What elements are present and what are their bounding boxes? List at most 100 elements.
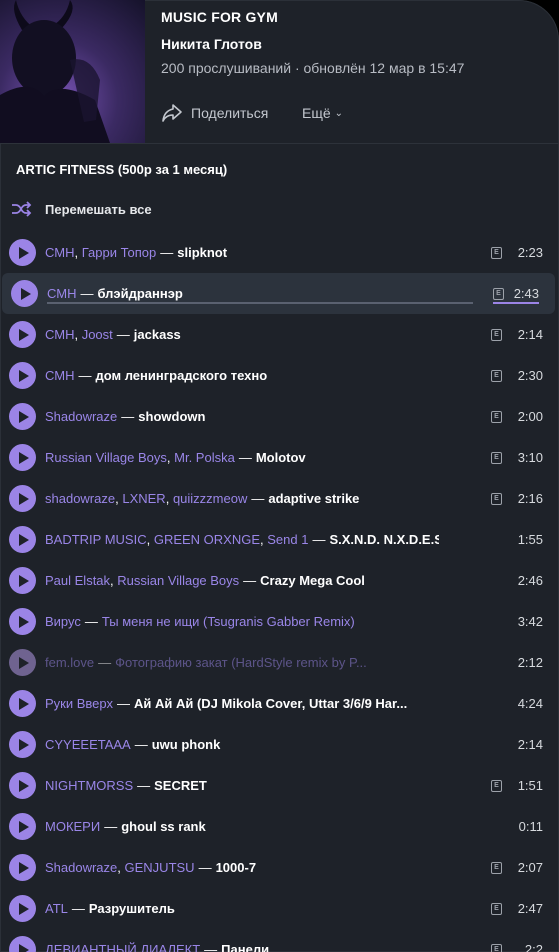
track-row[interactable]: fem.love — Фотографию закат (HardStyle rem… — [0, 642, 559, 683]
track-artist-link[interactable]: CYYEEETAAA — [45, 737, 131, 752]
playlist-author[interactable]: Никита Глотов — [161, 36, 262, 52]
play-icon[interactable] — [9, 608, 36, 635]
track-duration: 2:30 — [517, 368, 543, 383]
track-artist-link[interactable]: BADTRIP MUSIC — [45, 532, 147, 547]
play-icon[interactable] — [9, 403, 36, 430]
track-song-title: slipknot — [177, 245, 228, 260]
track-artist-link[interactable]: quiizzzmeow — [173, 491, 247, 506]
track-row[interactable]: CYYEEETAAA — uwu phonk 2:14 — [0, 724, 559, 765]
track-artist-link[interactable]: Mr. Polska — [174, 450, 235, 465]
track-artist-link[interactable]: Paul Elstak — [45, 573, 110, 588]
track-row[interactable]: ДЕВИАНТНЫЙ ДИАЛЕКТ — Панели E 2:2 — [0, 929, 559, 952]
track-title-line: СМН, Joost — jackass — [45, 327, 181, 342]
track-duration: 2:23 — [517, 245, 543, 260]
share-button[interactable]: Поделиться — [161, 101, 268, 125]
track-title-line: ДЕВИАНТНЫЙ ДИАЛЕКТ — Панели — [45, 942, 439, 952]
track-artist-link[interactable]: GREEN ORXNGE — [154, 532, 260, 547]
track-song-title: Панели — [221, 942, 270, 952]
playlist-meta: 200 прослушиваний · обновлён 12 мар в 15… — [161, 60, 465, 76]
play-icon[interactable] — [9, 321, 36, 348]
track-artist-link[interactable]: Вирус — [45, 614, 81, 629]
play-icon[interactable] — [9, 854, 36, 881]
track-title-line: ATL — Разрушитель — [45, 901, 175, 916]
playlist-cover-image[interactable] — [0, 0, 145, 143]
track-duration: 1:55 — [517, 532, 543, 547]
play-icon[interactable] — [9, 895, 36, 922]
play-icon[interactable] — [9, 813, 36, 840]
track-title-line: BADTRIP MUSIC, GREEN ORXNGE, Send 1— S.X.… — [45, 532, 439, 547]
track-song-title: Разрушитель — [88, 901, 175, 916]
track-row[interactable]: Вирус — Ты меня не ищи (Tsugranis Gabber R… — [0, 601, 559, 642]
playlist-subtitle: ARTIC FITNESS (500р за 1 месяц) — [16, 162, 228, 177]
playlist-title: MUSIC FOR GYM — [161, 9, 278, 25]
play-icon[interactable] — [9, 936, 36, 952]
track-artist-link[interactable]: Russian Village Boys — [45, 450, 167, 465]
track-artist-link[interactable]: ATL — [45, 901, 68, 916]
track-artist-link[interactable]: LXNER — [122, 491, 165, 506]
track-song-title: 1000-7 — [215, 860, 257, 875]
play-icon[interactable] — [9, 239, 36, 266]
track-title-line: Shadowraze, GENJUTSU —1000-7 — [45, 860, 257, 875]
track-title-line: СМН, Гарри Топор — slipknot — [45, 245, 228, 260]
more-button[interactable]: Ещё ⌄ — [302, 101, 343, 125]
explicit-badge: E — [491, 246, 502, 259]
track-artist-link[interactable]: СМН — [47, 286, 76, 301]
chevron-down-icon: ⌄ — [334, 107, 344, 119]
play-icon[interactable] — [9, 444, 36, 471]
track-row[interactable]: СМН, Гарри Топор — slipknot E 2:23 — [0, 232, 559, 273]
track-row[interactable]: NIGHTMORSS — SECRET E 1:51 — [0, 765, 559, 806]
track-artist-link[interactable]: Руки Вверх — [45, 696, 113, 711]
play-icon[interactable] — [9, 731, 36, 758]
shuffle-all-button[interactable]: Перемешать все — [10, 199, 152, 219]
track-artist-link[interactable]: shadowraze — [45, 491, 115, 506]
track-row[interactable]: ATL — Разрушитель E 2:47 — [0, 888, 559, 929]
track-artist-link[interactable]: NIGHTMORSS — [45, 778, 133, 793]
track-row[interactable]: shadowraze, LXNER, quiizzzmeow — adaptive … — [0, 478, 559, 519]
play-icon[interactable] — [9, 485, 36, 512]
track-song-title: Molotov — [255, 450, 306, 465]
track-row[interactable]: Paul Elstak, Russian Village Boys — Crazy … — [0, 560, 559, 601]
track-row[interactable]: Shadowraze — showdown E 2:00 — [0, 396, 559, 437]
track-artist-link[interactable]: Shadowraze — [45, 860, 117, 875]
play-icon[interactable] — [9, 526, 36, 553]
play-icon[interactable] — [9, 362, 36, 389]
play-icon[interactable] — [9, 567, 36, 594]
track-artist-link[interactable]: fem.love — [45, 655, 94, 670]
play-icon[interactable] — [11, 280, 38, 307]
track-progress-bar[interactable] — [47, 302, 473, 304]
track-artist-link[interactable]: МОКЕРИ — [45, 819, 100, 834]
track-duration: 2:07 — [517, 860, 543, 875]
track-artist-link[interactable]: СМН — [45, 368, 74, 383]
track-artist-link[interactable]: Russian Village Boys — [117, 573, 239, 588]
track-row[interactable]: СМН, Joost — jackass E 2:14 — [0, 314, 559, 355]
play-icon[interactable] — [9, 649, 36, 676]
track-artist-link[interactable]: СМН — [45, 327, 74, 342]
track-artist-link[interactable]: Send 1 — [267, 532, 308, 547]
track-row[interactable]: МОКЕРИ — ghoul ss rank 0:11 — [0, 806, 559, 847]
track-artist-link[interactable]: СМН — [45, 245, 74, 260]
play-icon[interactable] — [9, 690, 36, 717]
track-row[interactable]: BADTRIP MUSIC, GREEN ORXNGE, Send 1— S.X.… — [0, 519, 559, 560]
track-song-title: ghoul ss rank — [121, 819, 206, 834]
track-row[interactable]: Russian Village Boys, Mr. Polska — Molotov… — [0, 437, 559, 478]
track-artist-link[interactable]: GENJUTSU — [125, 860, 195, 875]
track-duration: 2:43 — [513, 286, 539, 301]
track-row[interactable]: Shadowraze, GENJUTSU —1000-7 E 2:07 — [0, 847, 559, 888]
play-icon[interactable] — [9, 772, 36, 799]
track-song-title: Фотографию закат (HardStyle remix by P..… — [115, 655, 367, 670]
track-row[interactable]: Руки Вверх — Ай Ай Ай (DJ Mikola Cover, Ut… — [0, 683, 559, 724]
track-title-line: Руки Вверх — Ай Ай Ай (DJ Mikola Cover, Ut… — [45, 696, 408, 711]
explicit-badge: E — [493, 287, 504, 300]
track-row[interactable]: СМН — дом ленинградского техно E 2:30 — [0, 355, 559, 396]
track-song-title: SECRET — [154, 778, 207, 793]
track-artist-link[interactable]: Гарри Топор — [82, 245, 157, 260]
track-artist-link[interactable]: Joost — [82, 327, 113, 342]
track-song-title: S.X.N.D. N.X.D.E.S. — [329, 532, 439, 547]
track-artist-link[interactable]: Shadowraze — [45, 409, 117, 424]
track-row[interactable]: СМН — блэйдраннэр E 2:43 — [2, 273, 555, 314]
header-divider — [0, 143, 559, 144]
track-title-line: Вирус — Ты меня не ищи (Tsugranis Gabber R… — [45, 614, 355, 629]
playlist-panel: MUSIC FOR GYM Никита Глотов 200 прослуши… — [0, 0, 559, 952]
track-artist-link[interactable]: ДЕВИАНТНЫЙ ДИАЛЕКТ — [45, 942, 200, 952]
track-song-title: showdown — [138, 409, 206, 424]
